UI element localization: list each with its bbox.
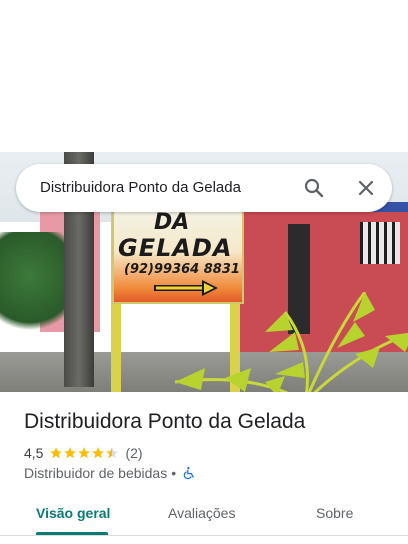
rating-stars [49,446,119,460]
close-icon[interactable] [354,176,378,200]
star-icon [78,447,91,459]
search-bar[interactable]: Distribuidora Ponto da Gelada [16,164,392,212]
sign-text-line2: GELADA [118,234,233,262]
star-icon [50,447,63,459]
place-tabs: Visão geral Avaliações Sobre [0,494,408,536]
review-count[interactable]: (2) [125,445,142,461]
star-icon [64,447,77,459]
top-blank-area [0,0,408,152]
photo-palm-leaves [174,292,408,392]
rating-value: 4,5 [24,445,44,461]
rating-row[interactable]: 4,5 (2) [24,444,143,462]
star-icon [92,447,105,459]
photo-shop-sign: DA GELADA (92)99364 8831 [112,208,244,304]
tab-overview[interactable]: Visão geral [36,505,110,521]
photo-tree [0,232,70,342]
sign-text-line1: DA [154,210,190,235]
tab-reviews[interactable]: Avaliações [168,505,235,521]
category-row: Distribuidor de bebidas • [24,465,196,481]
tabs-divider [0,535,408,536]
search-icon[interactable] [302,176,326,200]
separator-dot: • [171,465,177,481]
photo-window-grille [360,222,400,264]
wheelchair-icon [183,466,194,480]
tab-about[interactable]: Sobre [316,505,353,521]
sign-phone-number: (92)99364 8831 [124,262,240,277]
star-half-icon [106,447,119,459]
place-title: Distribuidora Ponto da Gelada [24,410,306,433]
place-category: Distribuidor de bebidas [24,465,168,481]
search-input[interactable]: Distribuidora Ponto da Gelada [40,179,241,196]
